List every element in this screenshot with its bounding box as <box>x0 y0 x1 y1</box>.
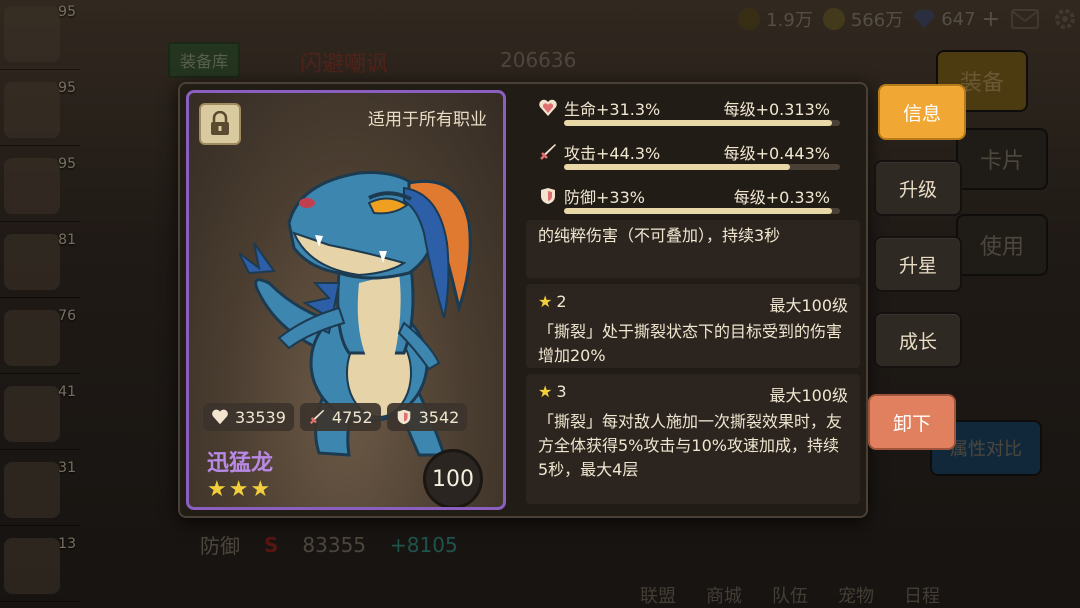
stat-per-level: 每级+0.443% <box>723 144 830 163</box>
attack-chip: 4752 <box>299 403 381 431</box>
skill-description: 「撕裂」每对敌人施加一次撕裂效果时，友方全体获得5%攻击与10%攻速加成，持续5… <box>538 412 843 479</box>
card-stats: 33539 4752 3542 <box>203 403 468 431</box>
skill-description: 的纯粹伤害（不可叠加），持续3秒 <box>538 226 781 245</box>
upgrade-button[interactable]: 升级 <box>874 160 962 216</box>
heart-icon <box>212 409 228 425</box>
skill-item: ★ 3 最大100级 「撕裂」每对敌人施加一次撕裂效果时，友方全体获得5%攻击与1… <box>526 374 860 504</box>
pet-card: 适用于所有职业 33539 4752 3542 迅猛龙 ★★★ 100 <box>186 90 506 510</box>
defense-value: 3542 <box>418 407 460 427</box>
stat-label: 攻击+44.3% <box>564 144 661 163</box>
skill-max-level: 最大100级 <box>769 296 848 315</box>
heart-icon <box>539 99 557 116</box>
skill-item: 的纯粹伤害（不可叠加），持续3秒 <box>526 220 860 278</box>
attack-value: 4752 <box>331 407 373 427</box>
pet-info-panel: 生命+31.3% 每级+0.313% 攻击+44.3% 每级+0.443% 防御… <box>518 84 868 516</box>
defense-chip: 3542 <box>386 403 468 431</box>
stat-label: 防御+33% <box>564 188 645 207</box>
stat-progress-fill <box>564 120 832 126</box>
attack-bonus-row: 攻击+44.3% 每级+0.443% <box>518 134 858 174</box>
info-button[interactable]: 信息 <box>878 84 966 140</box>
shield-icon <box>397 409 410 425</box>
unequip-button[interactable]: 卸下 <box>868 394 956 450</box>
pet-name: 迅猛龙 <box>207 451 274 476</box>
skill-star-level: 2 <box>556 292 567 311</box>
skill-item: ★ 2 最大100级 「撕裂」处于撕裂状态下的目标受到的伤害增加20% <box>526 284 860 368</box>
star-icon: ★ <box>538 382 553 401</box>
hp-chip: 33539 <box>203 403 294 431</box>
shield-icon <box>541 188 555 204</box>
skill-max-level: 最大100级 <box>769 386 848 405</box>
skill-star-level: 3 <box>556 382 567 401</box>
star-up-button[interactable]: 升星 <box>874 236 962 292</box>
hp-value: 33539 <box>235 407 286 427</box>
grow-button[interactable]: 成长 <box>874 312 962 368</box>
sword-icon <box>540 144 556 160</box>
sword-icon <box>309 409 325 425</box>
defense-bonus-row: 防御+33% 每级+0.33% <box>518 178 858 218</box>
skill-description: 「撕裂」处于撕裂状态下的目标受到的伤害增加20% <box>538 322 843 365</box>
stat-label: 生命+31.3% <box>564 100 661 119</box>
stat-progress-fill <box>564 208 832 214</box>
stat-progress-bar <box>564 164 840 170</box>
stat-progress-bar <box>564 120 840 126</box>
skill-list[interactable]: 的纯粹伤害（不可叠加），持续3秒 ★ 2 最大100级 「撕裂」处于撕裂状态下的目… <box>526 220 860 510</box>
pet-detail-popup: 适用于所有职业 33539 4752 3542 迅猛龙 ★★★ 100 生命+3… <box>178 82 868 518</box>
stat-progress-fill <box>564 164 791 170</box>
skill-header: ★ 3 最大100级 <box>538 382 848 406</box>
level-badge: 100 <box>423 449 483 507</box>
stat-per-level: 每级+0.33% <box>733 188 830 207</box>
stat-per-level: 每级+0.313% <box>723 100 830 119</box>
star-icon: ★ <box>538 292 553 311</box>
stat-progress-bar <box>564 208 840 214</box>
job-restriction-text: 适用于所有职业 <box>368 110 487 130</box>
hp-bonus-row: 生命+31.3% 每级+0.313% <box>518 90 858 130</box>
star-rating: ★★★ <box>207 477 273 502</box>
skill-header: ★ 2 最大100级 <box>538 292 848 316</box>
